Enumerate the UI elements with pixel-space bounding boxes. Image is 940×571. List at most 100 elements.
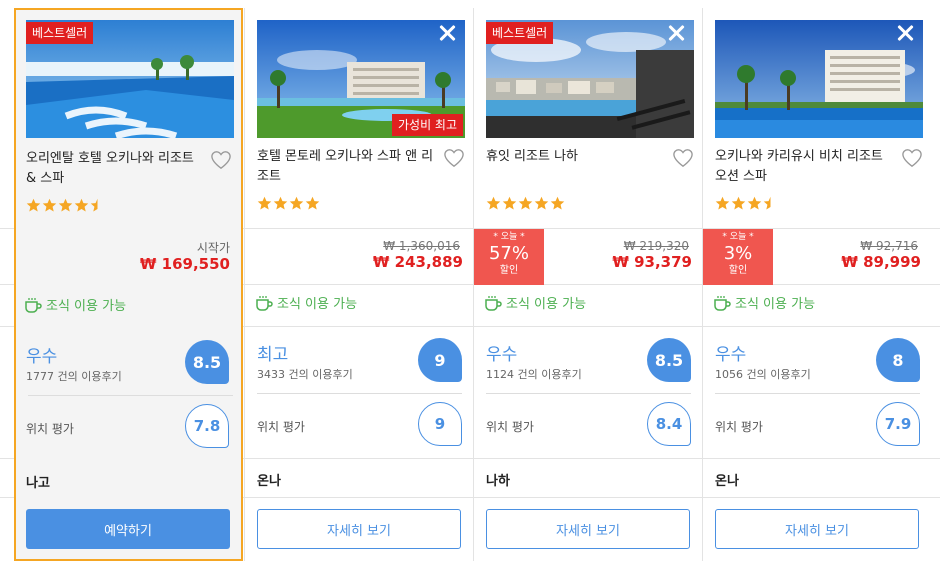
discount-today-label: * 오늘 * [493, 232, 525, 242]
coffee-cup-icon [714, 295, 731, 311]
hotel-card[interactable]: 오키나와 카리유시 비치 리조트 오션 스파 * 오늘 * 3% 할인 ₩ 92… [703, 8, 932, 561]
section-divider [486, 393, 691, 394]
review-count[interactable]: 1056 건의 이용후기 [715, 366, 811, 382]
location-score-badge: 9 [418, 402, 462, 446]
book-button[interactable]: 예약하기 [26, 509, 230, 549]
breakfast-label: 조식 이용 가능 [46, 299, 127, 314]
breakfast-info: 조식 이용 가능 [24, 295, 126, 314]
star-rating [257, 196, 320, 212]
review-count[interactable]: 1124 건의 이용후기 [486, 366, 582, 382]
review-count[interactable]: 3433 건의 이용후기 [257, 366, 353, 382]
close-icon[interactable] [894, 22, 916, 44]
city-name: 온나 [715, 474, 739, 489]
current-price: ₩ 169,550 [139, 255, 230, 273]
hotel-name[interactable]: 휴잇 리조트 나하 [486, 147, 666, 167]
today-discount-badge: * 오늘 * 57% 할인 [474, 229, 544, 285]
bestseller-badge: 베스트셀러 [26, 22, 94, 44]
location-score-badge: 7.9 [876, 402, 920, 446]
section-divider [28, 395, 233, 396]
close-icon[interactable] [665, 22, 687, 44]
current-price: ₩ 89,999 [841, 253, 921, 271]
star-icon [58, 198, 73, 212]
location-rating-label: 위치 평가 [26, 422, 74, 436]
star-rating [26, 198, 105, 214]
current-price: ₩ 243,889 [372, 253, 463, 271]
hotel-card[interactable]: 베스트셀러 휴잇 리조트 나하 * 오늘 * 57% 할인 ₩ 219,320 … [474, 8, 703, 561]
star-icon [502, 196, 517, 210]
review-score-badge: 8.5 [647, 338, 691, 382]
view-details-button[interactable]: 자세히 보기 [715, 509, 919, 549]
star-icon [534, 196, 549, 210]
discount-percent: 3% [723, 243, 753, 264]
original-price: ₩ 1,360,016 [383, 239, 460, 253]
discount-sale-label: 할인 [499, 265, 519, 276]
rating-word: 우수 [26, 347, 58, 367]
review-score-badge: 9 [418, 338, 462, 382]
rating-word: 우수 [715, 345, 747, 365]
star-icon [42, 198, 57, 212]
breakfast-label: 조식 이용 가능 [506, 297, 587, 312]
star-icon [74, 198, 89, 212]
bestseller-badge: 베스트셀러 [486, 22, 554, 44]
review-score-badge: 8 [876, 338, 920, 382]
star-icon [731, 196, 746, 210]
hotel-card-selected[interactable]: 베스트셀러 오리엔탈 호텔 오키나와 리조트 & 스파 시작가 ₩ 169,55… [14, 8, 243, 561]
star-icon [518, 196, 533, 210]
breakfast-info: 조식 이용 가능 [255, 293, 357, 312]
location-score-badge: 8.4 [647, 402, 691, 446]
heart-icon[interactable] [672, 148, 694, 168]
close-icon[interactable] [436, 22, 458, 44]
from-price-label: 시작가 [196, 241, 230, 255]
breakfast-info: 조식 이용 가능 [484, 293, 586, 312]
hotel-card[interactable]: 가성비 최고 호텔 몬토레 오키나와 스파 앤 리조트 ₩ 1,360,016 … [245, 8, 474, 561]
heart-icon[interactable] [901, 148, 923, 168]
section-divider [715, 393, 920, 394]
original-price: ₩ 219,320 [623, 239, 689, 253]
coffee-cup-icon [256, 295, 273, 311]
rating-word: 우수 [486, 345, 518, 365]
star-icon [747, 196, 762, 210]
review-count[interactable]: 1777 건의 이용후기 [26, 368, 122, 384]
section-divider [257, 393, 462, 394]
best-value-badge: 가성비 최고 [391, 114, 463, 136]
coffee-cup-icon [485, 295, 502, 311]
location-rating-label: 위치 평가 [486, 420, 534, 434]
star-icon [257, 196, 272, 210]
star-icon [550, 196, 565, 210]
discount-sale-label: 할인 [728, 265, 748, 276]
city-name: 나고 [26, 476, 50, 491]
breakfast-label: 조식 이용 가능 [277, 297, 358, 312]
breakfast-label: 조식 이용 가능 [735, 297, 816, 312]
original-price: ₩ 92,716 [860, 239, 918, 253]
hotel-name[interactable]: 오키나와 카리유시 비치 리조트 오션 스파 [715, 147, 895, 187]
hotel-name[interactable]: 호텔 몬토레 오키나와 스파 앤 리조트 [257, 147, 437, 187]
view-details-button[interactable]: 자세히 보기 [486, 509, 690, 549]
star-icon [715, 196, 730, 210]
star-rating [486, 196, 565, 212]
star-icon [273, 196, 288, 210]
location-rating-label: 위치 평가 [257, 420, 305, 434]
city-name: 온나 [257, 474, 281, 489]
half-star-icon [90, 198, 98, 212]
review-score-badge: 8.5 [185, 340, 229, 384]
location-rating-label: 위치 평가 [715, 420, 763, 434]
breakfast-info: 조식 이용 가능 [713, 293, 815, 312]
star-icon [289, 196, 304, 210]
star-icon [26, 198, 41, 212]
star-icon [486, 196, 501, 210]
heart-icon[interactable] [443, 148, 465, 168]
current-price: ₩ 93,379 [612, 253, 692, 271]
hotel-photo[interactable] [715, 20, 923, 138]
view-details-button[interactable]: 자세히 보기 [257, 509, 461, 549]
hotel-name[interactable]: 오리엔탈 호텔 오키나와 리조트 & 스파 [26, 149, 206, 189]
star-icon [305, 196, 320, 210]
city-name: 나하 [486, 474, 510, 489]
rating-word: 최고 [257, 345, 289, 365]
heart-icon[interactable] [210, 150, 232, 170]
discount-today-label: * 오늘 * [722, 232, 754, 242]
discount-percent: 57% [488, 243, 529, 264]
star-rating [715, 196, 778, 212]
coffee-cup-icon [25, 297, 42, 313]
today-discount-badge: * 오늘 * 3% 할인 [703, 229, 773, 285]
half-star-icon [763, 196, 771, 210]
